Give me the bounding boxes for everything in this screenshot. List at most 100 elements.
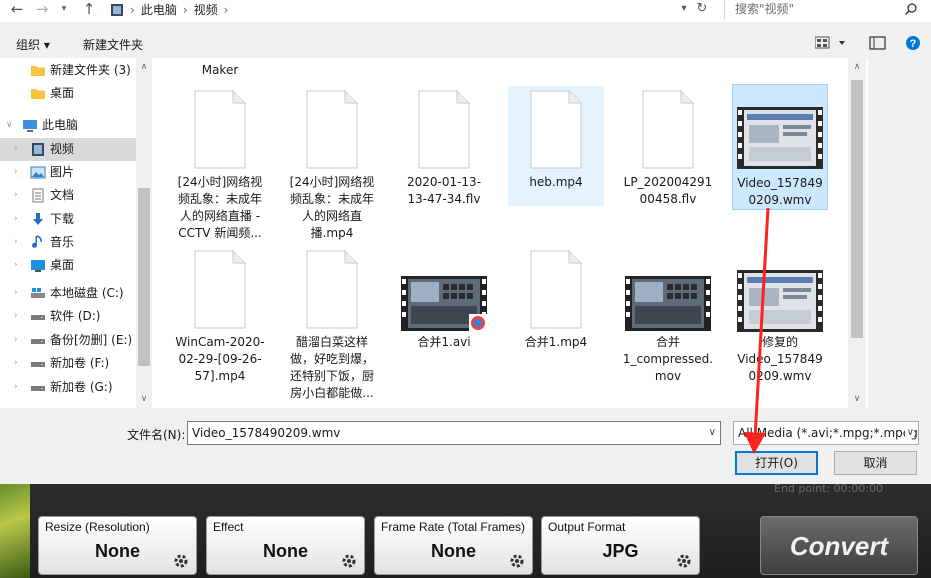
nav-scrollbar-thumb[interactable]	[138, 188, 150, 366]
recent-locations-chevron-icon[interactable]: ▾	[58, 0, 70, 20]
file-item[interactable]: [24小时]网络视频乱象：未成年人的网络直播.mp4	[284, 86, 380, 242]
pictures-icon	[30, 166, 46, 179]
scroll-up-icon[interactable]: ∧	[137, 62, 151, 72]
search-icon[interactable]	[904, 2, 918, 16]
folder-icon	[31, 66, 45, 76]
help-icon[interactable]: ?	[906, 36, 920, 50]
file-item[interactable]: 修复的Video_1578490209.wmv	[732, 246, 828, 385]
file-item-partial[interactable]: Maker	[172, 58, 268, 82]
nav-item-videos[interactable]: › 视频	[0, 138, 136, 161]
file-item[interactable]: 合并1_compressed.mov	[620, 246, 716, 385]
nav-item-downloads[interactable]: › 下载	[0, 208, 136, 231]
gear-icon[interactable]	[675, 552, 693, 570]
file-name: LP_20200429100458.flv	[623, 175, 713, 206]
nav-item-this-pc[interactable]: ∨ 此电脑	[0, 114, 136, 137]
nav-item-pictures[interactable]: › 图片	[0, 161, 136, 184]
file-item[interactable]: LP_20200429100458.flv	[620, 86, 716, 208]
file-item[interactable]: 合并1.mp4	[508, 246, 604, 351]
file-scrollbar-thumb[interactable]	[851, 80, 863, 338]
nav-item-label: 桌面	[50, 258, 75, 272]
effect-option[interactable]: Effect None	[206, 516, 365, 575]
resize-option[interactable]: Resize (Resolution) None	[38, 516, 197, 575]
effect-option-title: Effect	[213, 520, 244, 534]
expand-chevron-icon[interactable]: ›	[14, 184, 24, 207]
breadcrumb-videos[interactable]: 视频	[194, 2, 218, 18]
search-box[interactable]: 搜索"视频"	[724, 0, 924, 20]
expand-chevron-icon[interactable]: ›	[14, 254, 24, 277]
file-item[interactable]: 合并1.avi	[396, 246, 492, 351]
output-format-option[interactable]: Output Format JPG	[541, 516, 700, 575]
resize-option-title: Resize (Resolution)	[45, 520, 150, 534]
view-options: ?	[815, 36, 920, 50]
blank-file-icon	[530, 90, 582, 169]
navigation-pane[interactable]: 新建文件夹 (3) 桌面 ∨ 此电脑 › 视频 › 图片 › 文档 › 下载 ›…	[0, 58, 152, 408]
nav-item-documents[interactable]: › 文档	[0, 184, 136, 207]
file-item[interactable]: [24小时]网络视频乱象：未成年人的网络直播 - CCTV 新闻频...	[172, 86, 268, 242]
file-name: WinCam-2020-02-29-[09-26-57].mp4	[175, 335, 265, 383]
change-view-icon[interactable]	[815, 36, 830, 49]
nav-item-desktop[interactable]: › 桌面	[0, 254, 136, 277]
nav-item-drive-g[interactable]: › 新加卷 (G:)	[0, 376, 136, 399]
file-name: Maker	[201, 63, 239, 77]
file-name: 合并1.avi	[417, 335, 471, 349]
file-item-hovered[interactable]: heb.mp4	[508, 86, 604, 206]
convert-button[interactable]: Convert	[760, 516, 918, 575]
file-name: Video_1578490209.wmv	[737, 176, 823, 207]
nav-item-drive-d[interactable]: › 软件 (D:)	[0, 305, 136, 328]
video-thumbnail-icon	[625, 276, 711, 331]
file-item[interactable]: WinCam-2020-02-29-[09-26-57].mp4	[172, 246, 268, 385]
nav-item-new-folder-3[interactable]: 新建文件夹 (3)	[0, 59, 136, 82]
nav-item-label: 文档	[50, 188, 75, 202]
expand-chevron-icon[interactable]: ›	[14, 329, 24, 352]
video-thumbnail-icon	[737, 270, 823, 332]
expand-chevron-icon[interactable]: ›	[14, 231, 24, 254]
filename-input[interactable]: Video_1578490209.wmv ∨	[187, 421, 721, 445]
back-arrow-icon[interactable]: ←	[8, 0, 26, 20]
refresh-icon[interactable]: ↻	[692, 0, 712, 20]
expand-chevron-icon[interactable]: ›	[14, 305, 24, 328]
nav-item-desktop-pinned[interactable]: 桌面	[0, 82, 136, 105]
up-arrow-icon[interactable]: ↑	[80, 0, 98, 20]
blank-file-icon	[642, 90, 694, 169]
expand-chevron-icon[interactable]: ›	[14, 376, 24, 399]
output-format-option-title: Output Format	[548, 520, 626, 534]
nav-item-music[interactable]: › 音乐	[0, 231, 136, 254]
file-item[interactable]: 2020-01-13-13-47-34.flv	[396, 86, 492, 208]
scroll-down-icon[interactable]: ∨	[850, 394, 864, 404]
file-type-select[interactable]: All Media (*.avi;*.mpg;*.mpeg ∨	[733, 421, 919, 445]
gear-icon[interactable]	[508, 552, 526, 570]
nav-item-label: 本地磁盘 (C:)	[50, 286, 124, 300]
new-folder-button[interactable]: 新建文件夹	[83, 36, 143, 53]
search-input[interactable]: 搜索"视频"	[735, 1, 794, 17]
breadcrumb-this-pc[interactable]: 此电脑	[141, 2, 177, 18]
expand-chevron-icon[interactable]: ›	[14, 208, 24, 231]
chevron-down-icon[interactable]: ∨	[709, 427, 716, 438]
nav-item-label: 视频	[50, 142, 75, 156]
expand-chevron-icon[interactable]: ›	[14, 352, 24, 375]
scroll-up-icon[interactable]: ∧	[850, 62, 864, 72]
address-dropdown-icon[interactable]: ▾	[676, 0, 692, 20]
open-button[interactable]: 打开(O)	[735, 451, 818, 475]
frame-rate-option[interactable]: Frame Rate (Total Frames) None	[374, 516, 533, 575]
expand-chevron-icon[interactable]: ∨	[6, 114, 16, 137]
file-item-selected[interactable]: Video_1578490209.wmv	[732, 84, 828, 210]
address-box[interactable]: › 此电脑 › 视频 › ▾ ↻	[104, 0, 716, 20]
nav-item-drive-c[interactable]: › 本地磁盘 (C:)	[0, 282, 136, 305]
gear-icon[interactable]	[172, 552, 190, 570]
expand-chevron-icon[interactable]: ›	[14, 282, 24, 305]
forward-arrow-icon[interactable]: →	[33, 0, 51, 20]
file-item[interactable]: 醋溜白菜这样做，好吃到爆，还特别下饭，厨房小白都能做...	[284, 246, 380, 402]
nav-item-drive-e[interactable]: › 备份[勿删] (E:)	[0, 329, 136, 352]
organize-menu[interactable]: 组织 ▾	[16, 36, 50, 53]
cancel-button[interactable]: 取消	[834, 451, 917, 475]
expand-chevron-icon[interactable]: ›	[14, 138, 24, 161]
file-name: 醋溜白菜这样做，好吃到爆，还特别下饭，厨房小白都能做...	[289, 335, 374, 400]
scroll-down-icon[interactable]: ∨	[137, 394, 151, 404]
drive-icon	[31, 362, 45, 367]
preview-pane-icon[interactable]	[869, 36, 886, 50]
nav-item-drive-f[interactable]: › 新加卷 (F:)	[0, 352, 136, 375]
gear-icon[interactable]	[340, 552, 358, 570]
expand-chevron-icon[interactable]: ›	[14, 161, 24, 184]
view-dropdown-icon[interactable]	[839, 41, 845, 45]
chevron-down-icon[interactable]: ∨	[904, 427, 914, 438]
